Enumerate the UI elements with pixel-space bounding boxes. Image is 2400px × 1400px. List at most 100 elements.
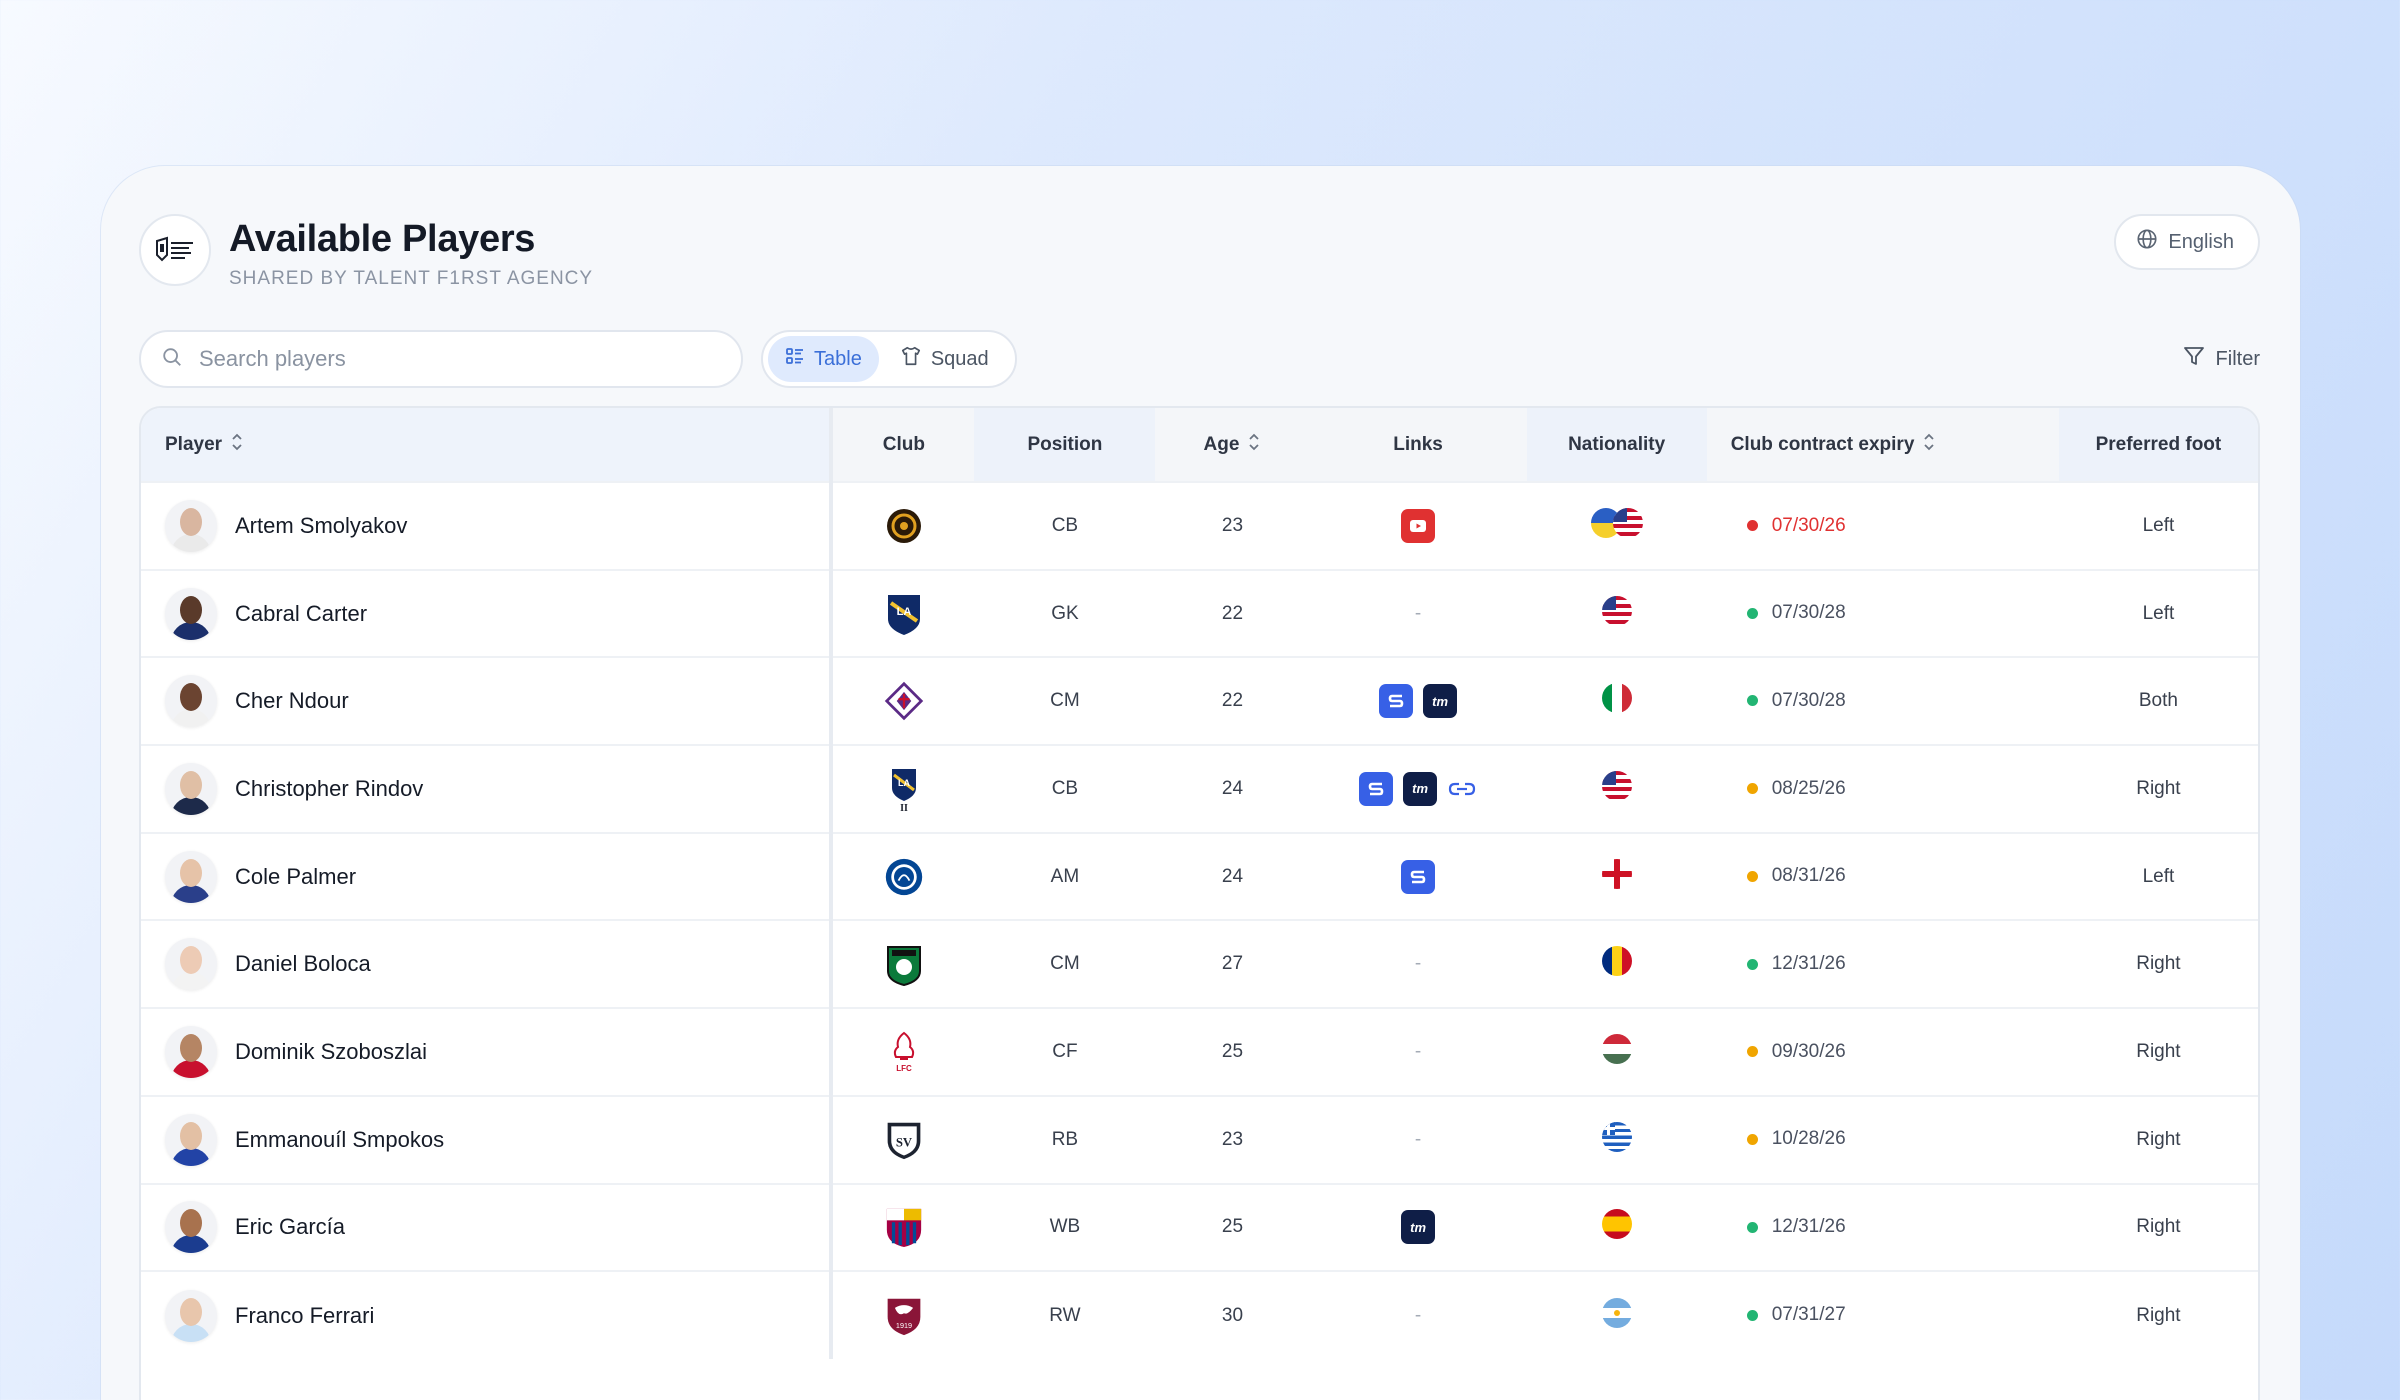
filter-button[interactable]: Filter <box>2182 344 2260 374</box>
svg-text:LFC: LFC <box>896 1064 912 1073</box>
external-link-icon[interactable] <box>1447 779 1477 799</box>
table-row[interactable]: Cher Ndour CM 22 tm 07/30/28 Both <box>141 657 2258 746</box>
flag-usa-icon <box>1601 595 1632 626</box>
transfermarkt-link-icon[interactable]: tm <box>1423 684 1458 719</box>
flag-argentina-icon <box>1601 1297 1632 1328</box>
sort-icon[interactable] <box>1247 432 1261 458</box>
player-name[interactable]: Emmanouíl Smpokos <box>235 1127 444 1153</box>
players-card: Available Players SHARED BY TALENT F1RST… <box>101 166 2300 1400</box>
status-dot <box>1746 695 1758 707</box>
youtube-link-icon[interactable] <box>1401 508 1436 543</box>
transfermarkt-link-icon[interactable]: tm <box>1403 771 1438 806</box>
contract-expiry-date: 08/25/26 <box>1771 777 1846 799</box>
player-cell[interactable]: Franco Ferrari <box>141 1271 834 1359</box>
column-header-age[interactable]: Age <box>1155 408 1310 482</box>
player-cell[interactable]: Eric García <box>141 1183 834 1272</box>
nationality-cell <box>1527 482 1707 570</box>
table-row[interactable]: Franco Ferrari 1919 RW 30 - 07/31/27 Rig… <box>141 1271 2258 1359</box>
table-row[interactable]: Daniel Boloca CM 27 - 12/31/26 Right <box>141 920 2258 1009</box>
flag-hungary-icon <box>1601 1033 1632 1064</box>
table-header-row: Player Club Position Age Links Nationali… <box>141 408 2258 482</box>
preferred-foot-cell: Right <box>2136 953 2181 975</box>
links-cell <box>1310 482 1527 570</box>
player-cell[interactable]: Dominik Szoboszlai <box>141 1008 834 1096</box>
age-cell: 23 <box>1221 1128 1244 1150</box>
position-cell: RB <box>1051 1128 1079 1150</box>
links-cell: tm <box>1310 1184 1527 1272</box>
status-dot <box>1746 1046 1758 1058</box>
player-name[interactable]: Christopher Rindov <box>235 776 423 802</box>
table-row[interactable]: Christopher Rindov LA II CB 24 tm 08/25/2… <box>141 745 2258 833</box>
agency-logo <box>139 214 211 286</box>
player-name[interactable]: Eric García <box>235 1214 345 1240</box>
age-cell: 25 <box>1221 1216 1244 1238</box>
status-dot <box>1746 870 1758 882</box>
age-cell: 24 <box>1221 777 1244 799</box>
contract-expiry-cell: 08/31/26 <box>1707 833 2059 921</box>
search-input[interactable] <box>199 346 699 372</box>
nationality-cell <box>1527 1008 1707 1096</box>
contract-expiry-date: 09/30/26 <box>1771 1040 1846 1062</box>
player-cell[interactable]: Emmanouíl Smpokos <box>141 1095 834 1184</box>
salernitana-crest-icon: 1919 <box>884 1294 924 1338</box>
player-name[interactable]: Dominik Szoboszlai <box>235 1039 427 1065</box>
player-avatar <box>165 675 217 728</box>
page-header: Available Players SHARED BY TALENT F1RST… <box>139 214 2260 294</box>
sort-icon[interactable] <box>230 432 244 458</box>
scout-link-icon[interactable] <box>1359 771 1394 806</box>
preferred-foot-cell: Right <box>2136 1216 2181 1238</box>
nationality-cell <box>1527 745 1707 833</box>
club-cell <box>831 920 974 1008</box>
search-box[interactable] <box>139 330 743 388</box>
scout-link-icon[interactable] <box>1379 684 1414 719</box>
flag-spain-icon <box>1601 1209 1632 1240</box>
links-cell: - <box>1310 920 1527 1008</box>
position-cell: CF <box>1052 1040 1078 1062</box>
player-name[interactable]: Cabral Carter <box>235 601 367 627</box>
column-header-contract-expiry[interactable]: Club contract expiry <box>1706 408 2059 482</box>
table-row[interactable]: Eric García WB 25 tm 12/31/26 Right <box>141 1183 2258 1272</box>
no-links-placeholder: - <box>1414 602 1422 624</box>
contract-expiry-date: 12/31/26 <box>1771 953 1846 975</box>
player-cell[interactable]: Cole Palmer <box>141 832 834 921</box>
column-header-club: Club <box>831 408 975 482</box>
column-header-player[interactable]: Player <box>141 408 834 482</box>
player-name[interactable]: Daniel Boloca <box>235 951 371 977</box>
player-cell[interactable]: Christopher Rindov <box>141 745 834 833</box>
page-subtitle: SHARED BY TALENT F1RST AGENCY <box>229 268 594 289</box>
language-selector[interactable]: English <box>2114 214 2260 270</box>
nationality-cell <box>1527 920 1707 1008</box>
player-name[interactable]: Cole Palmer <box>235 864 356 890</box>
player-cell[interactable]: Artem Smolyakov <box>141 482 834 570</box>
status-dot <box>1746 607 1758 619</box>
transfermarkt-link-icon[interactable]: tm <box>1401 1210 1436 1245</box>
position-cell: AM <box>1050 865 1080 887</box>
player-cell[interactable]: Cher Ndour <box>141 657 834 746</box>
column-header-preferred-foot: Preferred foot <box>2058 408 2258 482</box>
column-header-links: Links <box>1309 408 1527 482</box>
table-row[interactable]: Cole Palmer AM 24 08/31/26 Left <box>141 832 2258 921</box>
flag-greece-icon <box>1601 1121 1632 1152</box>
preferred-foot-cell: Both <box>2138 690 2178 712</box>
table-row[interactable]: Emmanouíl Smpokos SV RB 23 - 10/28/26 Ri… <box>141 1095 2258 1184</box>
scout-link-icon[interactable] <box>1401 859 1436 894</box>
la-galaxy-ii-crest-icon: LA II <box>884 767 924 812</box>
view-squad-button[interactable]: Squad <box>883 336 1006 382</box>
no-links-placeholder: - <box>1414 1304 1422 1326</box>
table-row[interactable]: Dominik Szoboszlai LFC CF 25 - 09/30/26 … <box>141 1008 2258 1096</box>
status-dot <box>1746 1133 1758 1145</box>
table-row[interactable]: Artem Smolyakov CB 23 07/30/26 Left <box>141 482 2258 570</box>
preferred-foot-cell: Left <box>2142 865 2175 887</box>
player-name[interactable]: Artem Smolyakov <box>235 513 407 539</box>
table-row[interactable]: Cabral Carter LA GK 22 - 07/30/28 Left <box>141 569 2258 658</box>
player-cell[interactable]: Daniel Boloca <box>141 920 834 1009</box>
sort-icon[interactable] <box>1922 432 1936 458</box>
preferred-foot-cell: Left <box>2142 602 2175 624</box>
position-cell: CM <box>1050 953 1080 975</box>
contract-expiry-date: 07/30/28 <box>1771 602 1846 624</box>
club-crest-dark-icon <box>884 504 924 548</box>
player-name[interactable]: Franco Ferrari <box>235 1303 374 1329</box>
player-name[interactable]: Cher Ndour <box>235 688 349 714</box>
view-table-button[interactable]: Table <box>768 336 879 382</box>
player-cell[interactable]: Cabral Carter <box>141 569 834 658</box>
